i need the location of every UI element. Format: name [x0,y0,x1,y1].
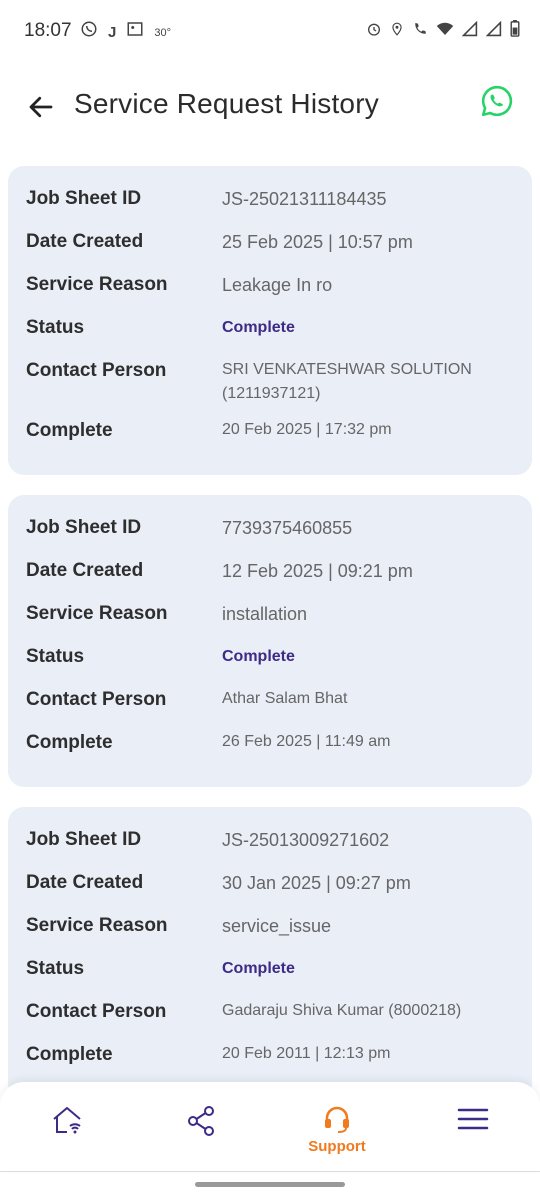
service-reason-value: installation [222,604,308,624]
status-label: Status [26,646,85,667]
contact-person-label: Contact Person [26,1001,167,1022]
complete-row: Complete 26 Feb 2025 | 11:49 am [26,730,514,773]
status-row: Status Complete [26,315,514,358]
service-reason-row: Service Reason Leakage In ro [26,272,514,315]
status-value: Complete [222,319,295,336]
home-indicator[interactable] [195,1182,345,1187]
date-created-row: Date Created 30 Jan 2025 | 09:27 pm [26,870,514,913]
nav-home[interactable] [32,1104,102,1164]
date-created-label: Date Created [26,231,144,252]
status-value: Complete [222,648,295,665]
service-reason-value: Leakage In ro [222,275,333,295]
job-sheet-id-label: Job Sheet ID [26,188,142,209]
nav-support[interactable]: Support [302,1104,372,1164]
complete-row: Complete 20 Feb 2025 | 17:32 pm [26,418,514,461]
signal-icon [485,20,502,42]
complete-label: Complete [26,732,113,753]
date-created-label: Date Created [26,872,144,893]
complete-label: Complete [26,420,113,441]
date-created-row: Date Created 25 Feb 2025 | 10:57 pm [26,229,514,272]
request-card[interactable]: Job Sheet ID 7739375460855 Date Created … [8,495,532,787]
status-bar: 18:07 J 30° [0,0,540,64]
nav-share[interactable] [166,1104,236,1164]
date-created-value: 12 Feb 2025 | 09:21 pm [222,561,413,581]
status-time: 18:07 [24,20,72,41]
job-sheet-row: Job Sheet ID JS-25013009271602 [26,827,514,870]
page-title: Service Request History [74,88,379,119]
status-right-icons [366,20,520,42]
status-temperature: 30° [154,26,171,39]
request-list: Job Sheet ID JS-25021311184435 Date Crea… [8,166,532,1119]
contact-person-value: SRI VENKATESHWAR SOLUTION (1211937121) [222,361,472,402]
app-header: Service Request History [0,70,540,144]
request-card[interactable]: Job Sheet ID JS-25021311184435 Date Crea… [8,166,532,475]
job-sheet-id-value: 7739375460855 [222,518,353,538]
contact-person-row: Contact Person Gadaraju Shiva Kumar (800… [26,999,514,1042]
whatsapp-icon [80,20,98,45]
request-card[interactable]: Job Sheet ID JS-25013009271602 Date Crea… [8,807,532,1099]
contact-person-row: Contact Person SRI VENKATESHWAR SOLUTION… [26,358,514,418]
service-reason-value: service_issue [222,916,332,936]
contact-person-value: Gadaraju Shiva Kumar (8000218) [222,1002,462,1019]
battery-icon [510,20,520,42]
nav-support-label: Support [308,1138,366,1155]
gallery-icon [126,20,144,45]
arrow-left-icon [29,96,53,118]
service-reason-label: Service Reason [26,274,168,295]
whatsapp-button[interactable] [480,84,514,118]
back-button[interactable] [26,92,56,122]
job-sheet-row: Job Sheet ID 7739375460855 [26,515,514,558]
job-sheet-id-value: JS-25013009271602 [222,830,390,850]
status-value: Complete [222,960,295,977]
j-app-icon: J [108,23,117,41]
whatsapp-icon [481,85,513,117]
nav-menu[interactable] [438,1104,508,1164]
status-left-icons: J 30° [80,20,171,45]
contact-person-label: Contact Person [26,689,167,710]
job-sheet-id-label: Job Sheet ID [26,517,142,538]
status-row: Status Complete [26,956,514,999]
service-reason-row: Service Reason installation [26,601,514,644]
status-row: Status Complete [26,644,514,687]
wifi-call-icon [412,21,428,42]
alarm-icon [366,21,382,42]
share-icon [188,1106,214,1136]
bottom-navigation: Support [0,1082,540,1172]
job-sheet-id-value: JS-25021311184435 [222,189,387,209]
signal-icon [461,20,478,42]
service-reason-label: Service Reason [26,603,168,624]
service-reason-row: Service Reason service_issue [26,913,514,956]
status-label: Status [26,958,85,979]
date-created-value: 30 Jan 2025 | 09:27 pm [222,873,411,893]
contact-person-label: Contact Person [26,360,167,381]
date-created-value: 25 Feb 2025 | 10:57 pm [222,232,413,252]
menu-icon [457,1108,489,1130]
service-reason-label: Service Reason [26,915,168,936]
complete-value: 20 Feb 2025 | 17:32 pm [222,421,392,438]
date-created-row: Date Created 12 Feb 2025 | 09:21 pm [26,558,514,601]
wifi-icon [436,21,454,42]
complete-label: Complete [26,1044,113,1065]
complete-value: 20 Feb 2011 | 12:13 pm [222,1045,391,1062]
contact-person-value: Athar Salam Bhat [222,690,348,707]
status-label: Status [26,317,85,338]
headset-icon [325,1106,349,1133]
complete-row: Complete 20 Feb 2011 | 12:13 pm [26,1042,514,1085]
contact-person-row: Contact Person Athar Salam Bhat [26,687,514,730]
complete-value: 26 Feb 2025 | 11:49 am [222,733,391,750]
date-created-label: Date Created [26,560,144,581]
home-wifi-icon [53,1107,81,1134]
location-icon [390,21,404,42]
job-sheet-id-label: Job Sheet ID [26,829,142,850]
job-sheet-row: Job Sheet ID JS-25021311184435 [26,186,514,229]
